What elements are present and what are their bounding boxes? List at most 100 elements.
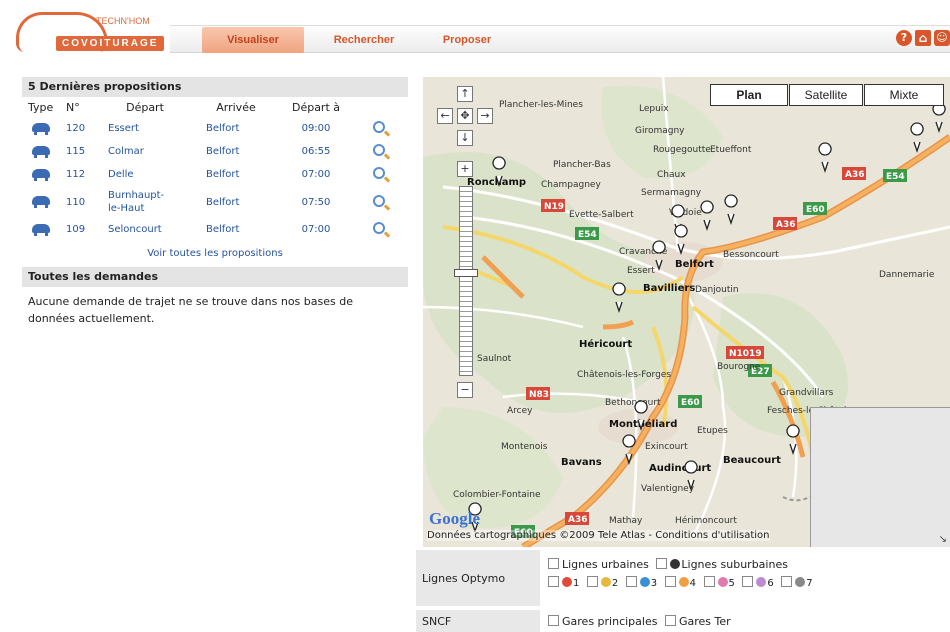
map-type-mixte[interactable]: Mixte <box>864 84 944 106</box>
propositions-table: Type N° Départ Arrivée Départ à 120 Esse… <box>22 97 408 241</box>
logo-brand: TECHN'HOM <box>96 16 150 26</box>
map-overview[interactable]: ↘ <box>810 407 950 547</box>
map[interactable]: A36 E54 E60 A36 N19 E54 N1019 E27 N83 E6… <box>423 77 950 547</box>
svg-text:Etupes: Etupes <box>697 426 728 436</box>
see-all-propositions-link[interactable]: Voir toutes les propositions <box>22 243 408 265</box>
legend-optymo: Lignes Optymo Lignes urbaines Lignes sub… <box>416 548 950 606</box>
table-row[interactable]: 109 Seloncourt Belfort 07:00 <box>22 218 408 241</box>
zoom-slider-handle[interactable] <box>454 269 478 277</box>
line-7-dot-icon <box>795 577 806 587</box>
svg-text:Audincourt: Audincourt <box>649 463 711 474</box>
svg-text:Lepuix: Lepuix <box>639 104 669 114</box>
line-1-label: 1 <box>573 578 580 589</box>
checkbox-line-1[interactable] <box>548 576 559 587</box>
svg-text:Colombier-Fontaine: Colombier-Fontaine <box>453 490 541 500</box>
svg-text:Bethoncourt: Bethoncourt <box>605 398 661 408</box>
row-arrivee[interactable]: Belfort <box>190 218 282 241</box>
pan-center-icon[interactable]: ✥ <box>457 108 473 124</box>
row-heure: 07:00 <box>301 224 331 235</box>
row-arrivee[interactable]: Belfort <box>190 140 282 163</box>
zoom-out-icon[interactable]: − <box>457 382 473 398</box>
table-row[interactable]: 120 Essert Belfort 09:00 <box>22 117 408 140</box>
line-2-dot-icon <box>600 577 611 587</box>
map-type-satellite[interactable]: Satellite <box>789 84 863 106</box>
checkbox-line-5[interactable] <box>703 576 715 587</box>
row-arrivee[interactable]: Belfort <box>190 117 282 140</box>
row-depart[interactable]: Essert <box>100 117 190 140</box>
row-depart[interactable]: Burnhaupt-le-Haut <box>100 186 190 218</box>
search-icon[interactable] <box>373 167 385 179</box>
tab-proposer[interactable]: Proposer <box>424 27 510 53</box>
help-icon[interactable]: ? <box>896 30 912 46</box>
svg-text:Giromagny: Giromagny <box>635 126 685 136</box>
checkbox-gares-ter[interactable] <box>664 615 676 626</box>
line-6-dot-icon <box>756 577 767 587</box>
svg-text:Sermamagny: Sermamagny <box>641 188 702 198</box>
col-num: N° <box>66 100 80 114</box>
svg-text:Belfort: Belfort <box>675 259 714 270</box>
line-checkboxes: 1 2 3 4 5 6 7 <box>548 574 946 593</box>
row-depart[interactable]: Delle <box>100 163 190 186</box>
svg-text:Beaucourt: Beaucourt <box>723 455 781 466</box>
pan-up-icon[interactable]: ↑ <box>457 86 473 102</box>
line-4-dot-icon <box>678 577 689 587</box>
checkbox-lignes-urbaines[interactable] <box>548 558 559 569</box>
pan-down-icon[interactable]: ↓ <box>457 130 473 146</box>
svg-text:Bavilliers: Bavilliers <box>643 283 695 294</box>
search-icon[interactable] <box>373 194 385 207</box>
svg-text:E60: E60 <box>806 205 825 215</box>
checkbox-line-6[interactable] <box>742 576 754 587</box>
search-icon[interactable] <box>373 222 385 234</box>
checkbox-lignes-suburbaines[interactable] <box>656 558 668 569</box>
map-copyright: Données cartographiques ©2009 Tele Atlas… <box>427 530 770 541</box>
svg-text:E60: E60 <box>681 398 700 408</box>
zoom-in-icon[interactable]: + <box>457 161 473 177</box>
left-panel: 5 Dernières propositions Type N° Départ … <box>22 77 408 622</box>
svg-text:A36: A36 <box>568 515 588 525</box>
svg-text:Mathay: Mathay <box>609 516 643 526</box>
checkbox-gares-principales[interactable] <box>548 615 559 626</box>
search-icon[interactable] <box>373 144 385 156</box>
checkbox-line-7[interactable] <box>781 576 793 587</box>
table-row[interactable]: 112 Delle Belfort 07:00 <box>22 163 408 186</box>
propositions-title: 5 Dernières propositions <box>22 77 408 97</box>
user-icon[interactable]: ☺ <box>934 30 950 46</box>
row-num: 110 <box>66 196 86 208</box>
header-icons: ? ⌂ ☺ <box>890 30 950 50</box>
zoom-slider-track[interactable] <box>459 186 473 376</box>
checkbox-line-2[interactable] <box>586 576 598 587</box>
col-depart: Départ <box>126 100 164 114</box>
line-2-label: 2 <box>611 578 619 589</box>
legend-optymo-body: Lignes urbaines Lignes suburbaines 1 2 3… <box>544 550 950 599</box>
label-lignes-urbaines: Lignes urbaines <box>562 558 649 571</box>
row-depart[interactable]: Seloncourt <box>100 218 190 241</box>
svg-text:Châtenois-les-Forges: Châtenois-les-Forges <box>577 370 671 380</box>
row-depart[interactable]: Colmar <box>100 140 190 163</box>
label-lignes-suburbaines: Lignes suburbaines <box>681 558 788 571</box>
line-3-label: 3 <box>650 578 658 589</box>
svg-text:Danjoutin: Danjoutin <box>695 285 739 295</box>
map-type-plan[interactable]: Plan <box>710 84 788 106</box>
svg-text:Plancher-les-Mines: Plancher-les-Mines <box>499 100 583 110</box>
svg-text:N19: N19 <box>544 202 564 212</box>
car-icon <box>32 168 50 181</box>
table-row[interactable]: 110 Burnhaupt-le-Haut Belfort 07:50 <box>22 186 408 218</box>
row-num: 109 <box>66 224 86 235</box>
svg-text:A36: A36 <box>845 170 865 180</box>
tab-rechercher[interactable]: Rechercher <box>316 27 412 53</box>
checkbox-line-3[interactable] <box>625 576 637 587</box>
overview-toggle-icon[interactable]: ↘ <box>939 534 947 545</box>
tab-visualiser[interactable]: Visualiser <box>202 27 304 53</box>
search-icon[interactable] <box>373 121 385 133</box>
svg-text:Bourogne: Bourogne <box>717 362 761 372</box>
row-arrivee[interactable]: Belfort <box>190 163 282 186</box>
checkbox-line-4[interactable] <box>664 576 676 587</box>
row-arrivee[interactable]: Belfort <box>190 186 282 218</box>
pan-right-icon[interactable]: → <box>477 108 493 124</box>
table-row[interactable]: 115 Colmar Belfort 06:55 <box>22 140 408 163</box>
logo[interactable]: TECHN'HOM COVOITURAGE <box>16 10 166 58</box>
pan-left-icon[interactable]: ← <box>437 108 453 124</box>
home-icon[interactable]: ⌂ <box>915 30 931 46</box>
svg-text:Dannemarie: Dannemarie <box>879 270 935 280</box>
legend-optymo-label: Lignes Optymo <box>416 550 540 606</box>
